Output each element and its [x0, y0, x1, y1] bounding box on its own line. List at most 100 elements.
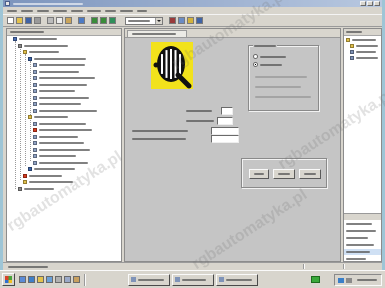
parameter-field[interactable]: [211, 135, 239, 143]
tree-item[interactable]: [33, 108, 121, 115]
menu-item[interactable]: [7, 10, 17, 12]
status-divider: [303, 264, 305, 269]
tree-item[interactable]: [33, 147, 121, 154]
property-row[interactable]: [346, 230, 376, 232]
editor-tab-strip: [125, 29, 340, 38]
menu-item[interactable]: [137, 10, 147, 12]
tree-item[interactable]: [33, 160, 121, 167]
upload-icon[interactable]: [100, 17, 107, 24]
download-icon[interactable]: [91, 17, 98, 24]
menu-item[interactable]: [87, 10, 101, 12]
module-icon: [33, 121, 37, 126]
tree-item[interactable]: [33, 154, 121, 160]
menu-item[interactable]: [71, 10, 83, 12]
taskbar-button[interactable]: [216, 274, 258, 286]
option-radio[interactable]: [253, 54, 258, 59]
tree-item[interactable]: [33, 95, 121, 102]
menu-item[interactable]: [53, 10, 67, 12]
taskbar-button-label: [138, 279, 164, 281]
paste-icon[interactable]: [65, 17, 72, 24]
tree-item[interactable]: [28, 167, 121, 173]
tree-item[interactable]: [33, 63, 121, 69]
property-row[interactable]: [346, 223, 372, 225]
tree-item[interactable]: [33, 102, 121, 108]
module-icon: [33, 160, 37, 165]
tree-item[interactable]: [13, 37, 113, 43]
diagnostics-icon[interactable]: [187, 17, 194, 24]
tree-item[interactable]: [33, 69, 121, 76]
go-online-icon[interactable]: [109, 17, 116, 24]
parameter-field[interactable]: [217, 117, 233, 125]
new-document-icon[interactable]: [7, 17, 14, 24]
open-folder-icon[interactable]: [16, 17, 23, 24]
option-detail: [255, 86, 301, 88]
taskbar-button[interactable]: [128, 274, 170, 286]
copy-icon[interactable]: [56, 17, 63, 24]
minimize-button[interactable]: [360, 1, 366, 6]
network-icon[interactable]: [338, 278, 344, 283]
tree-item[interactable]: [23, 180, 121, 186]
app-icon[interactable]: [64, 276, 71, 283]
parameter-field[interactable]: [211, 127, 239, 135]
options-group: [248, 44, 319, 111]
properties-list: [344, 213, 381, 261]
catalog-title: [346, 31, 362, 33]
tree-item[interactable]: [33, 128, 121, 134]
device-icon: [28, 167, 32, 171]
tree-item[interactable]: [33, 121, 121, 128]
action-button[interactable]: [249, 169, 269, 179]
property-row[interactable]: [346, 244, 374, 246]
tree-item[interactable]: [18, 186, 118, 193]
tree-item[interactable]: [33, 141, 121, 147]
tree-item[interactable]: [23, 50, 121, 56]
status-green-icon[interactable]: [311, 276, 320, 283]
tree-item[interactable]: [33, 76, 121, 82]
tray-clock[interactable]: [357, 279, 377, 281]
undo-icon[interactable]: [78, 17, 85, 24]
tree-item[interactable]: [33, 89, 121, 95]
tree-item[interactable]: [28, 56, 121, 63]
tree-item[interactable]: [18, 43, 118, 50]
browser-icon[interactable]: [28, 276, 35, 283]
volume-icon[interactable]: [346, 278, 352, 283]
maximize-button[interactable]: [367, 1, 373, 6]
status-divider: [343, 264, 345, 269]
save-icon[interactable]: [25, 17, 32, 24]
menu-item[interactable]: [120, 10, 133, 12]
cut-icon[interactable]: [47, 17, 54, 24]
module-error-icon: [33, 128, 37, 132]
mail-icon[interactable]: [46, 276, 53, 283]
property-row[interactable]: [346, 237, 368, 239]
title-bar[interactable]: [3, 0, 382, 7]
tree-item[interactable]: [33, 134, 121, 141]
action-button[interactable]: [273, 169, 295, 179]
action-button[interactable]: [299, 169, 321, 179]
menu-item[interactable]: [21, 10, 33, 12]
menu-item[interactable]: [105, 10, 116, 12]
toolbar-combo-box[interactable]: [125, 17, 163, 25]
tree-item[interactable]: [23, 173, 121, 180]
zoom-icon[interactable]: [178, 17, 185, 24]
taskbar-button[interactable]: [172, 274, 214, 286]
help-icon[interactable]: [196, 17, 203, 24]
menu-item[interactable]: [37, 10, 49, 12]
chevron-down-icon[interactable]: [155, 18, 162, 24]
combo-value: [128, 20, 150, 22]
catalog-item[interactable]: [350, 56, 381, 62]
property-row[interactable]: [346, 258, 366, 260]
parameter-field[interactable]: [221, 107, 233, 115]
tree-item[interactable]: [33, 82, 121, 89]
option-radio[interactable]: [253, 62, 258, 67]
editor-tab[interactable]: [127, 30, 187, 37]
go-offline-icon[interactable]: [169, 17, 176, 24]
desktop-icon[interactable]: [19, 276, 26, 283]
app-icon[interactable]: [73, 276, 80, 283]
explorer-icon[interactable]: [37, 276, 44, 283]
app-icon[interactable]: [55, 276, 62, 283]
print-icon[interactable]: [34, 17, 41, 24]
tree-item[interactable]: [28, 115, 121, 121]
property-row[interactable]: [346, 251, 370, 253]
start-button[interactable]: [2, 273, 15, 286]
tree-item-label: [34, 116, 68, 118]
close-button[interactable]: [374, 1, 380, 6]
